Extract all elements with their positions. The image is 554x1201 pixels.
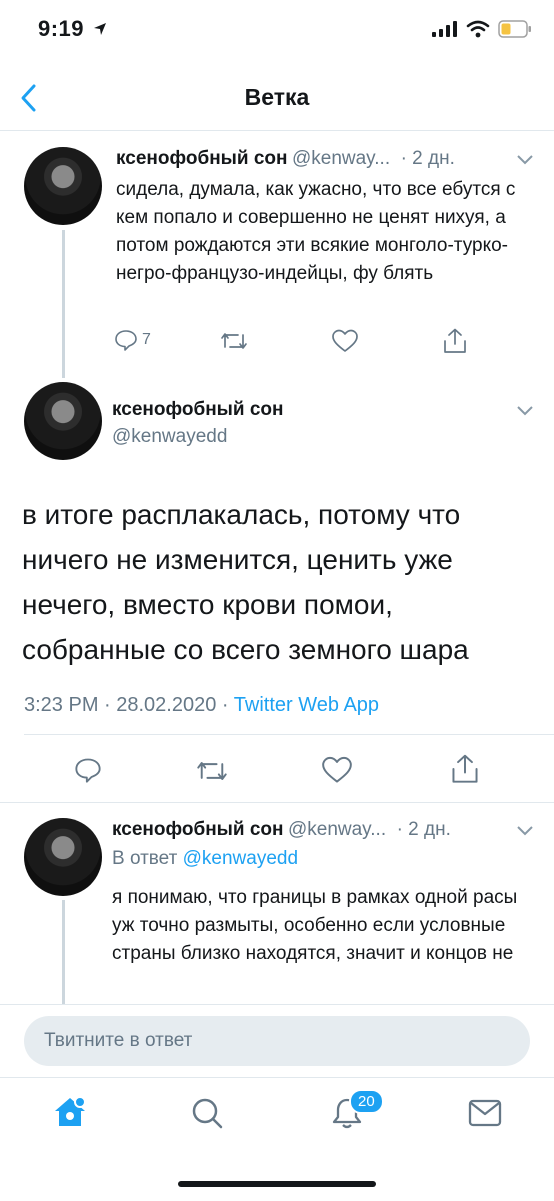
tweet-divider: [0, 802, 554, 803]
avatar[interactable]: [24, 818, 102, 896]
reply-button[interactable]: [74, 756, 102, 789]
tweet-text: в итоге расплакалась, потому что ничего …: [22, 499, 469, 665]
tweet-text: я понимаю, что границы в рамках одной ра…: [112, 887, 518, 964]
reply-icon: [75, 758, 101, 783]
tweet-header: ксенофобный сон @kenway... · 2 дн.: [112, 819, 507, 841]
tweet-source[interactable]: Twitter Web App: [234, 694, 379, 716]
tweet-timestamp: 3:23 PM · 28.02.2020 ·: [24, 694, 229, 716]
reply-button[interactable]: 7: [114, 328, 151, 352]
tab-messages[interactable]: [468, 1098, 502, 1133]
author-handle[interactable]: @kenway...: [288, 819, 386, 840]
share-button[interactable]: [442, 328, 468, 359]
retweet-icon: [197, 762, 227, 780]
tweet-text: сидела, думала, как ужасно, что все ебут…: [116, 179, 516, 284]
chevron-down-icon: [517, 406, 533, 416]
reply-count: 7: [142, 331, 151, 348]
tweet-menu-button[interactable]: [516, 153, 534, 171]
tweet-header: ксенофобный сон @kenway... · 2 дн.: [116, 148, 506, 170]
retweet-button[interactable]: [220, 330, 248, 357]
author-name[interactable]: ксенофобный сон: [112, 819, 284, 840]
share-button[interactable]: [450, 754, 480, 789]
wifi-icon: [466, 20, 490, 38]
avatar[interactable]: [24, 147, 102, 225]
avatar[interactable]: [24, 382, 102, 460]
header-divider: [0, 130, 554, 131]
share-icon: [452, 754, 478, 783]
author-handle[interactable]: @kenway...: [292, 148, 390, 169]
home-indicator: [178, 1181, 376, 1187]
battery-icon: [498, 20, 531, 38]
meta-divider: [24, 734, 554, 735]
author-name[interactable]: ксенофобный сон: [112, 399, 284, 421]
location-arrow-icon: [93, 22, 107, 41]
like-button[interactable]: [322, 756, 352, 789]
chevron-down-icon: [517, 155, 533, 165]
tweet-time: · 2 дн.: [400, 148, 455, 169]
thread-line: [62, 230, 65, 378]
reply-to-handle[interactable]: @kenwayedd: [183, 848, 298, 869]
reply-prefix: В ответ: [112, 848, 178, 869]
tab-home[interactable]: [52, 1094, 88, 1135]
heart-icon: [322, 756, 352, 783]
like-button[interactable]: [332, 329, 358, 358]
reply-placeholder: Твитните в ответ: [44, 1030, 193, 1051]
mail-icon: [468, 1099, 502, 1127]
search-icon: [192, 1098, 223, 1129]
reply-icon: [115, 330, 137, 351]
tweet-meta: 3:23 PM · 28.02.2020 · Twitter Web App: [24, 694, 379, 717]
retweet-icon: [221, 333, 247, 349]
status-time: 9:19: [38, 16, 85, 41]
reply-context: В ответ @kenwayedd: [112, 848, 298, 870]
thread-line: [62, 900, 65, 1004]
heart-icon: [332, 329, 358, 352]
tweet-menu-button[interactable]: [516, 824, 534, 842]
page-title: Ветка: [244, 84, 310, 110]
cellular-signal-icon: [432, 21, 457, 37]
author-name[interactable]: ксенофобный сон: [116, 148, 288, 169]
author-handle[interactable]: @kenwayedd: [112, 426, 227, 448]
tab-search[interactable]: [190, 1096, 224, 1135]
status-icons: [432, 20, 532, 38]
tweet-time: · 2 дн.: [396, 819, 451, 840]
tweet-menu-button[interactable]: [516, 404, 534, 422]
share-icon: [444, 328, 466, 353]
home-icon: [55, 1096, 86, 1126]
reply-input[interactable]: Твитните в ответ: [24, 1016, 530, 1066]
tweet-actions: 7: [114, 328, 474, 358]
chevron-down-icon: [517, 826, 533, 836]
notifications-badge: 20: [349, 1089, 384, 1114]
retweet-button[interactable]: [196, 758, 228, 789]
